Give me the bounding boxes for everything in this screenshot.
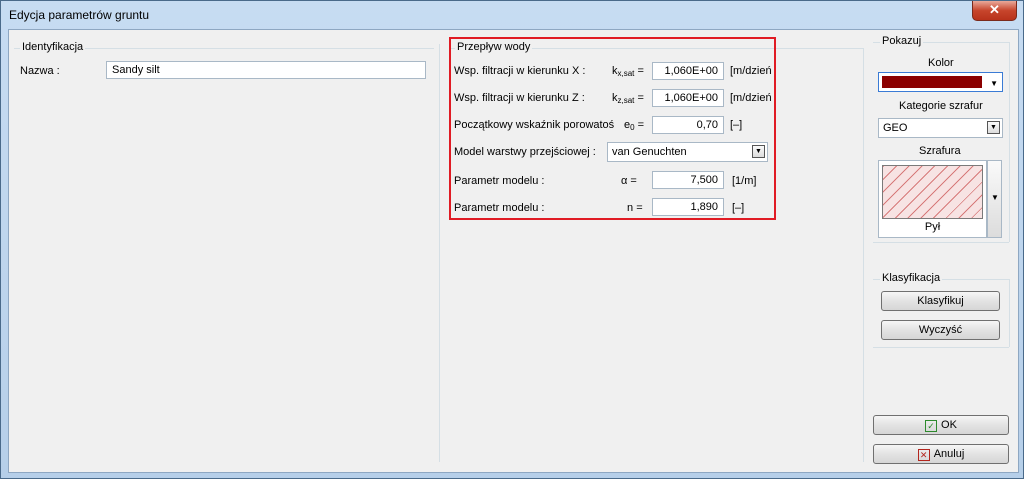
category-select[interactable]: GEO ▼ [878,118,1003,138]
close-button[interactable]: ✕ [972,1,1017,21]
window-title: Edycja parametrów gruntu [9,8,150,22]
show-group-right-border [1009,42,1010,242]
hatch-name: Pył [924,221,941,233]
x-icon: ✕ [917,449,930,461]
chevron-down-icon[interactable]: ▼ [987,121,1000,134]
show-group-bottom-border [873,242,1009,243]
checkmark-icon: ✓ [925,420,938,432]
name-label: Nazwa : [20,65,60,77]
name-input[interactable]: Sandy silt [106,61,426,79]
chevron-down-icon: ▼ [991,193,999,202]
category-label: Kategorie szrafur [899,100,983,112]
classification-bottom-border [873,347,1009,348]
classification-right-border [1009,279,1010,347]
hatch-label: Szrafura [919,145,961,157]
color-swatch [882,76,982,88]
vertical-divider [439,44,440,462]
cancel-label: Anuluj [933,448,965,460]
close-icon: ✕ [989,2,1000,17]
classification-group-title: Klasyfikacja [880,272,943,284]
highlight-frame [449,37,776,220]
water-flow-right-border [863,48,864,462]
show-group-title: Pokazuj [880,35,924,47]
color-label: Kolor [928,57,954,69]
category-select-value: GEO [883,122,908,134]
identification-group-title: Identyfikacja [20,41,86,53]
hatch-dropdown-button[interactable]: ▼ [987,160,1002,238]
clear-button[interactable]: Wyczyść [881,320,1000,340]
chevron-down-icon[interactable]: ▼ [990,75,998,93]
hatch-preview-frame[interactable]: Pył [878,160,987,238]
cancel-button[interactable]: ✕ Anuluj [873,444,1009,464]
title-bar[interactable]: Edycja parametrów gruntu ✕ [1,1,1023,28]
hatch-pattern [882,165,983,219]
ok-button[interactable]: ✓ OK [873,415,1009,435]
classify-button[interactable]: Klasyfikuj [881,291,1000,311]
ok-label: OK [941,419,957,431]
color-select[interactable]: ▼ [878,72,1003,92]
